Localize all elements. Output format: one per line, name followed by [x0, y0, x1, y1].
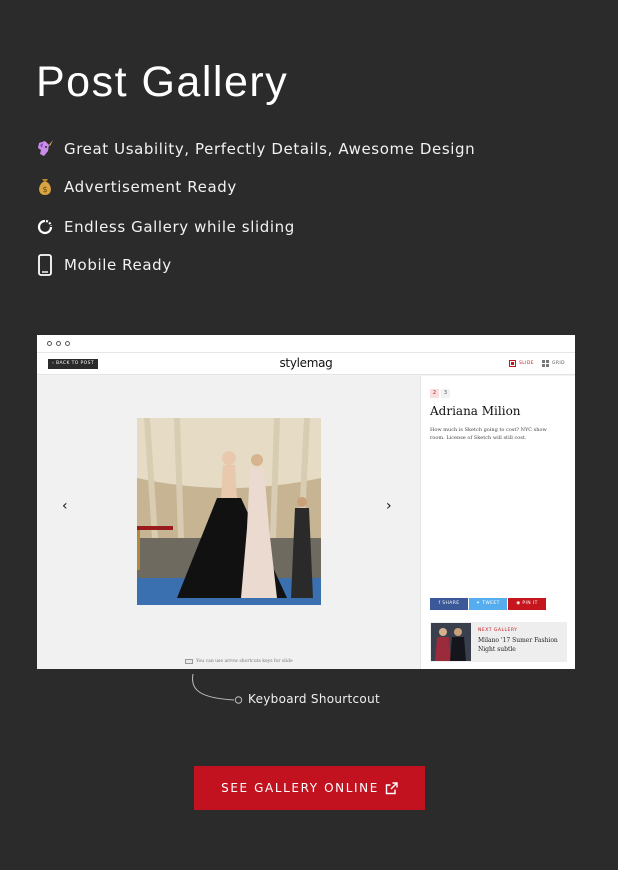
keyboard-shortcut-callout: Keyboard Shourtcout	[248, 692, 380, 706]
external-link-icon	[385, 781, 398, 795]
cta-label: SEE GALLERY ONLINE	[221, 781, 379, 795]
see-gallery-online-button[interactable]: SEE GALLERY ONLINE	[194, 766, 425, 810]
callout-connector	[192, 673, 243, 704]
